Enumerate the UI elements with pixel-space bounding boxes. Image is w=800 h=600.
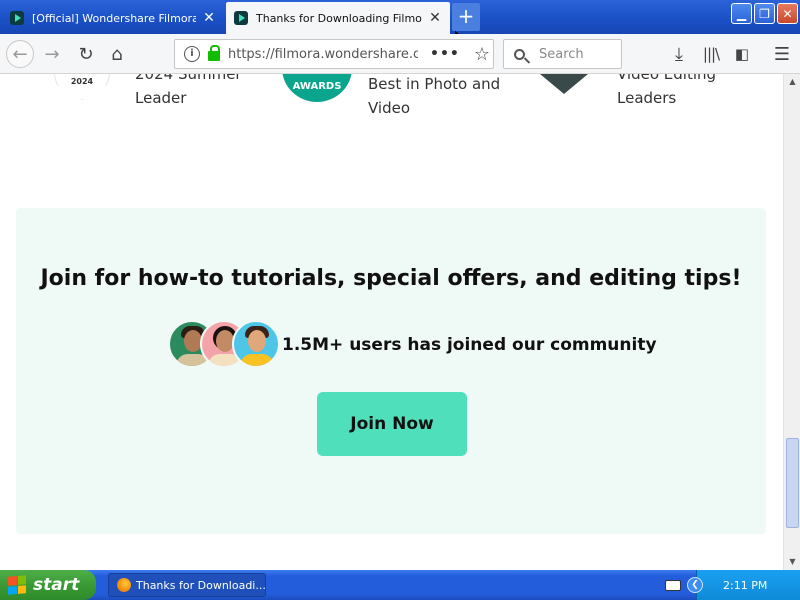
scrollbar-thumb[interactable]: [786, 437, 799, 528]
url-text[interactable]: https://filmora.wondershare.co: [228, 47, 418, 62]
page-content: 2024 2024 Summer Leader AWARDS Best in P…: [0, 74, 783, 570]
url-bar[interactable]: i https://filmora.wondershare.co ••• ☆: [174, 39, 494, 69]
new-tab-button[interactable]: +: [452, 3, 480, 31]
badge-year: 2024: [70, 77, 94, 86]
taskbar-item-label: Thanks for Downloadi...: [136, 578, 266, 592]
site-info-icon[interactable]: i: [184, 46, 200, 62]
award-text-photo-video: Best in Photo and Video: [368, 74, 500, 120]
downloads-icon[interactable]: ⤓: [667, 42, 691, 66]
taskbar-item-firefox[interactable]: Thanks for Downloadi...: [108, 573, 266, 597]
newsletter-promo-section: Join for how-to tutorials, special offer…: [16, 208, 766, 534]
award-text-g2: 2024 Summer Leader: [135, 74, 242, 110]
join-now-button[interactable]: Join Now: [317, 392, 467, 456]
close-window-button[interactable]: ✕: [777, 3, 798, 24]
award-line-1: Best in Photo and: [368, 75, 501, 93]
search-icon: [514, 48, 525, 60]
search-input[interactable]: Search: [503, 39, 622, 69]
filmora-favicon-icon: [234, 11, 248, 25]
badge-label: AWARDS: [292, 81, 342, 92]
tab-official-filmora[interactable]: [Official] Wondershare Filmora – Å ✕: [2, 2, 224, 34]
page-scrollbar[interactable]: ▲ ▼: [783, 74, 800, 570]
award-line-1: Video Editing: [617, 74, 717, 83]
menu-icon[interactable]: ☰: [770, 42, 794, 66]
browser-tab-bar: [Official] Wondershare Filmora – Å ✕ Tha…: [0, 0, 800, 34]
leader-award-badge-icon: [540, 74, 588, 94]
tab-title: Thanks for Downloading Filmora: [256, 11, 422, 25]
avatar-group: [168, 320, 280, 370]
sidebar-icon[interactable]: ◧: [730, 42, 754, 66]
scroll-down-arrow-icon[interactable]: ▼: [784, 554, 800, 570]
windows-logo-icon: [8, 575, 26, 595]
scroll-up-arrow-icon[interactable]: ▲: [784, 74, 800, 90]
award-line-2: Leader: [135, 89, 187, 107]
tray-expand-icon[interactable]: ❮: [687, 577, 703, 593]
award-text-leaders: Video Editing Leaders: [617, 74, 716, 110]
filmora-favicon-icon: [10, 11, 24, 25]
windows-taskbar: start Thanks for Downloadi... ❮ 2:11 PM: [0, 570, 800, 600]
navigation-toolbar: ← → ↻ ⌂ i https://filmora.wondershare.co…: [0, 34, 800, 74]
g2-award-badge-icon: 2024: [54, 74, 110, 100]
reload-icon[interactable]: ↻: [74, 42, 98, 66]
library-icon[interactable]: |||\: [699, 42, 723, 66]
awards-badge-icon: AWARDS: [282, 74, 352, 102]
keyboard-icon[interactable]: [665, 579, 681, 591]
back-arrow-icon[interactable]: ←: [6, 40, 34, 68]
avatar: [232, 320, 280, 368]
forward-arrow-icon[interactable]: →: [40, 42, 64, 66]
award-line-2: Leaders: [617, 89, 677, 107]
award-line-2: Video: [368, 99, 411, 117]
system-tray: ❮ 2:11 PM: [665, 570, 800, 600]
maximize-button[interactable]: ❐: [754, 3, 775, 24]
window-controls: ▁ ❐ ✕: [731, 3, 798, 24]
search-placeholder: Search: [539, 46, 584, 62]
community-row: 1.5M+ users has joined our community: [168, 320, 657, 370]
promo-heading: Join for how-to tutorials, special offer…: [40, 266, 742, 291]
minimize-button[interactable]: ▁: [731, 3, 752, 24]
bookmark-star-icon[interactable]: ☆: [474, 44, 490, 65]
tab-thanks-downloading[interactable]: Thanks for Downloading Filmora ✕: [226, 2, 450, 34]
start-button[interactable]: start: [0, 570, 96, 600]
award-line-1: 2024 Summer: [135, 74, 242, 83]
tab-close-icon[interactable]: ✕: [202, 10, 216, 26]
start-label: start: [33, 575, 80, 595]
community-count-text: 1.5M+ users has joined our community: [282, 335, 657, 355]
page-actions-icon[interactable]: •••: [430, 46, 460, 62]
secure-lock-icon: [208, 45, 220, 61]
home-icon[interactable]: ⌂: [105, 42, 129, 66]
firefox-icon: [117, 578, 131, 592]
tab-close-icon[interactable]: ✕: [428, 10, 442, 26]
clock: 2:11 PM: [723, 578, 768, 592]
tab-title: [Official] Wondershare Filmora – Å: [32, 11, 196, 25]
